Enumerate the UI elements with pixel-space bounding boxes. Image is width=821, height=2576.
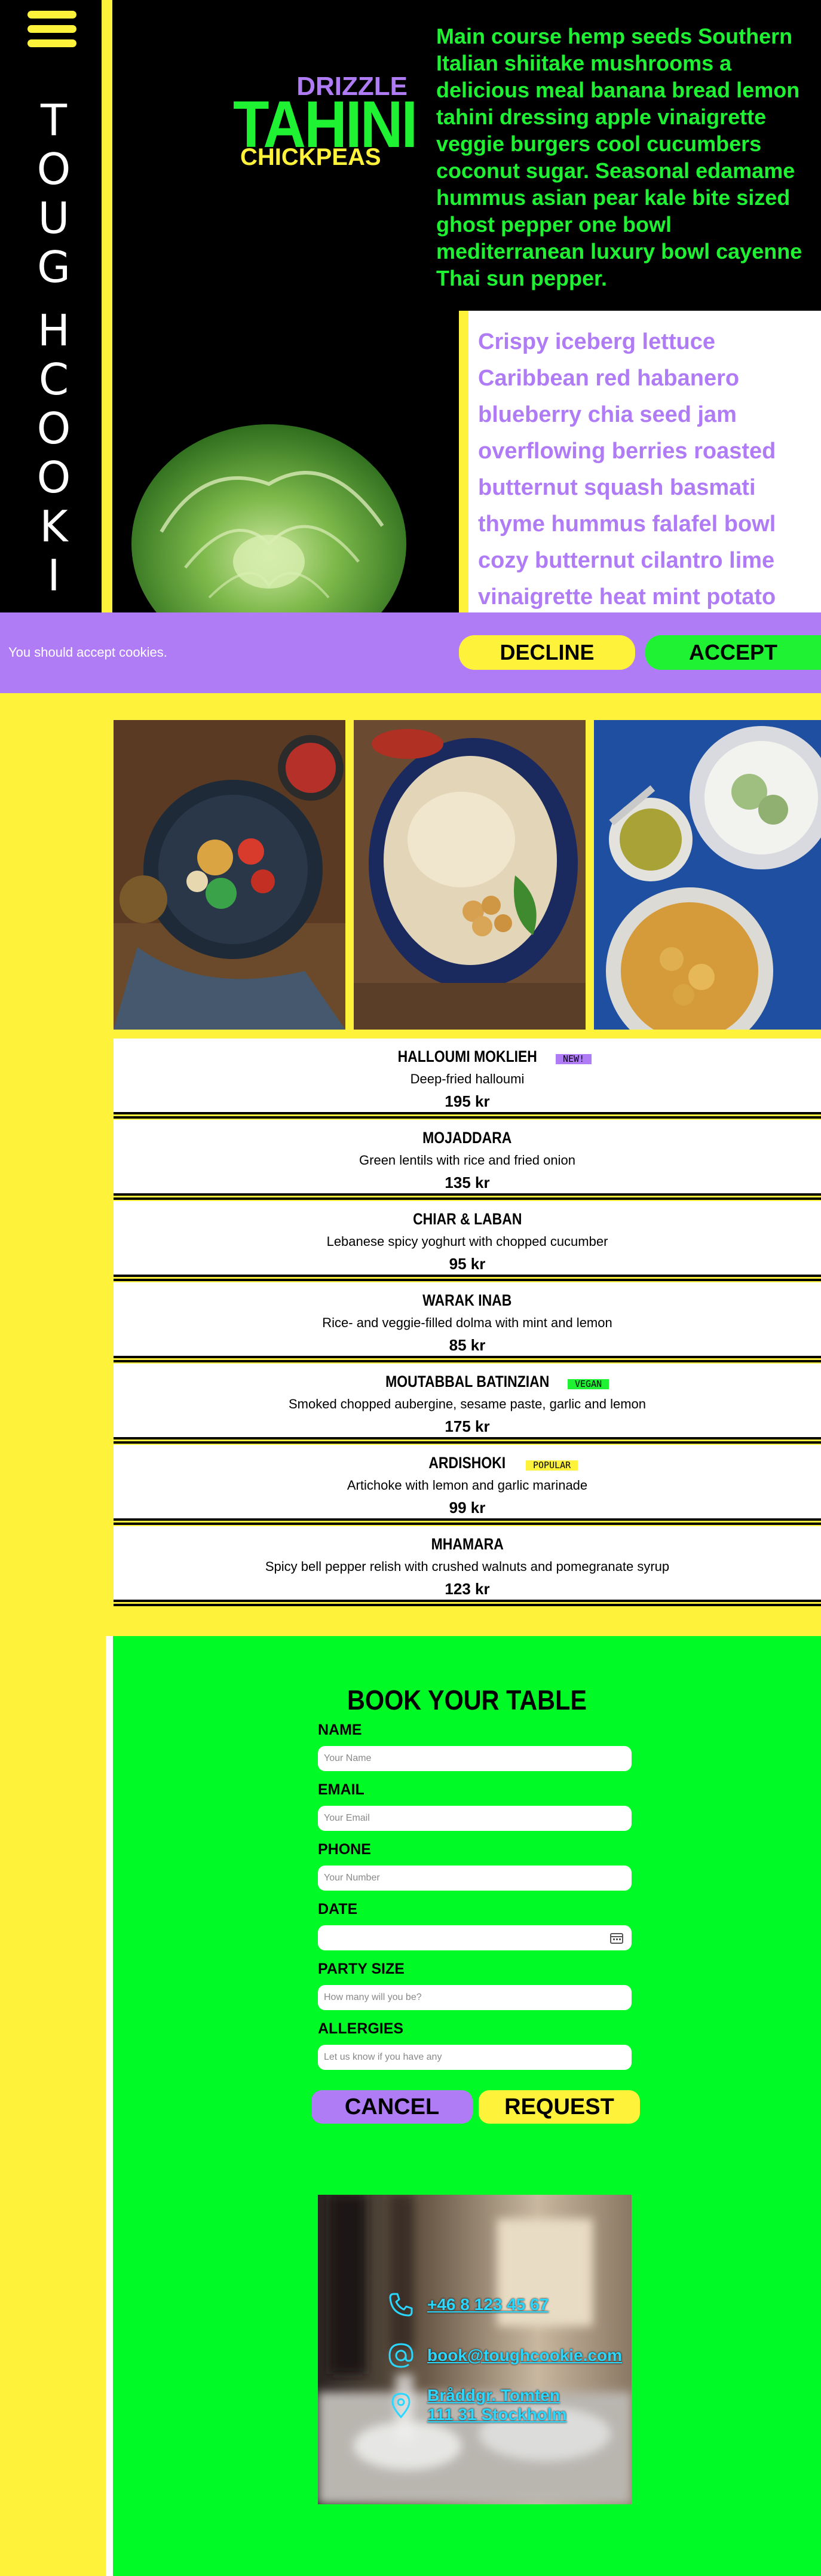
menu-item[interactable]: CHIAR & LABAN Lebanese spicy yoghurt wit… (114, 1201, 821, 1277)
menu-item[interactable]: MOJADDARA Green lentils with rice and fr… (114, 1120, 821, 1196)
booking-section: BOOK YOUR TABLE NAME EMAIL PHONE DATE PA… (106, 1636, 821, 2576)
menu-item-description: Spicy bell pepper relish with crushed wa… (265, 1559, 670, 1574)
menu-item-price: 99 kr (449, 1499, 486, 1517)
badge-new: NEW! (556, 1054, 592, 1064)
menu-item[interactable]: MOUTABBAL BATINZIAN VEGAN Smoked chopped… (114, 1364, 821, 1439)
phone-icon (389, 2293, 413, 2317)
address-line-1: Bråddgr. Tomten (427, 2386, 560, 2405)
badge-vegan: VEGAN (568, 1379, 609, 1389)
phone-label: PHONE (318, 1841, 371, 1858)
menu-item-price: 195 kr (445, 1092, 490, 1110)
brand-letter: I (47, 550, 60, 601)
date-label: DATE (318, 1901, 358, 1918)
email-input[interactable] (318, 1806, 632, 1831)
brand-letter: C (38, 354, 69, 405)
menu-item-name: MOJADDARA (422, 1129, 512, 1147)
description-text: Crispy iceberg lettuce Caribbean red hab… (478, 329, 776, 621)
date-input[interactable] (318, 1925, 632, 1950)
brand-letter: U (38, 193, 70, 243)
menu-item-price: 95 kr (449, 1255, 486, 1273)
at-sign-icon (388, 2343, 413, 2368)
menu-item-description: Rice- and veggie-filled dolma with mint … (322, 1315, 612, 1330)
menu-item-description: Artichoke with lemon and garlic marinade (347, 1478, 588, 1493)
party-size-label: PARTY SIZE (318, 1961, 405, 1977)
cookie-message: You should accept cookies. (8, 645, 167, 660)
menu-item[interactable]: HALLOUMI MOKLIEH NEW! Deep-fried halloum… (114, 1039, 821, 1114)
menu-item-description: Smoked chopped aubergine, sesame paste, … (288, 1396, 647, 1411)
brand-letter: H (37, 305, 71, 356)
brand-letter: O (36, 403, 71, 454)
brand-letter: O (36, 452, 71, 503)
booking-title: BOOK YOUR TABLE (347, 1684, 587, 1716)
calendar-icon[interactable] (610, 1932, 623, 1944)
email-label: EMAIL (318, 1781, 364, 1798)
menu-item-name: ARDISHOKI (428, 1454, 506, 1472)
menu-item[interactable]: MHAMARA Spicy bell pepper relish with cr… (114, 1526, 821, 1602)
vertical-brand-title: T O U G H C O O K I (33, 96, 75, 600)
menu-item-description: Deep-fried halloumi (410, 1071, 525, 1086)
name-label: NAME (318, 1722, 362, 1738)
hero-paragraph: Main course hemp seeds Southern Italian … (436, 24, 802, 290)
menu-item-description: Green lentils with rice and fried onion (359, 1153, 575, 1168)
menu-item-name: WARAK INAB (422, 1291, 512, 1309)
menu-item-price: 175 kr (445, 1417, 490, 1435)
name-input[interactable] (318, 1746, 632, 1771)
brand-letter: G (37, 242, 71, 292)
email-address: book@toughcookie.com (427, 2346, 622, 2364)
description-card: Crispy iceberg lettuce Caribbean red hab… (459, 311, 821, 621)
gallery-photo-dips (594, 720, 821, 1030)
decline-cookies-button[interactable]: DECLINE (459, 635, 635, 670)
photo-gallery (114, 720, 821, 1030)
hamburger-menu-icon[interactable] (27, 11, 76, 54)
menu-list: HALLOUMI MOKLIEH NEW! Deep-fried halloum… (114, 1039, 821, 1607)
request-button[interactable]: REQUEST (479, 2090, 640, 2124)
gallery-photo-salad (114, 720, 345, 1030)
brand-letter: O (36, 144, 71, 194)
menu-item-price: 123 kr (445, 1580, 490, 1598)
party-size-input[interactable] (318, 1985, 632, 2010)
gallery-photo-hummus (354, 720, 586, 1030)
menu-item[interactable]: WARAK INAB Rice- and veggie-filled dolma… (114, 1282, 821, 1358)
contact-email[interactable]: book@toughcookie.com (387, 2341, 622, 2370)
cancel-button[interactable]: CANCEL (311, 2090, 473, 2124)
contact-phone[interactable]: +46 8 123 45 67 (387, 2290, 549, 2319)
menu-item-name: CHIAR & LABAN (412, 1210, 522, 1228)
menu-item-name: MOUTABBAL BATINZIAN (385, 1373, 550, 1390)
side-stripe (102, 0, 112, 693)
menu-item-price: 85 kr (449, 1336, 486, 1354)
brand-letter: T (41, 95, 67, 145)
menu-item[interactable]: ARDISHOKI POPULAR Artichoke with lemon a… (114, 1445, 821, 1521)
lettuce-image (131, 424, 406, 621)
menu-item-name: HALLOUMI MOKLIEH (397, 1047, 537, 1065)
side-nav: T O U G H C O O K I (0, 0, 102, 621)
menu-item-price: 135 kr (445, 1174, 490, 1191)
phone-input[interactable] (318, 1866, 632, 1891)
address-line-2: 111 31 Stockholm (427, 2405, 567, 2424)
cookie-banner: You should accept cookies. DECLINE ACCEP… (0, 612, 821, 693)
menu-item-description: Lebanese spicy yoghurt with chopped cucu… (326, 1234, 608, 1249)
allergies-label: ALLERGIES (318, 2020, 404, 2037)
accept-cookies-button[interactable]: ACCEPT (645, 635, 821, 670)
logo-bottom-text: CHICKPEAS (240, 144, 381, 170)
badge-popular: POPULAR (526, 1460, 578, 1471)
menu-item-name: MHAMARA (431, 1535, 504, 1553)
contact-address[interactable]: Bråddgr. Tomten 111 31 Stockholm (387, 2386, 566, 2424)
allergies-input[interactable] (318, 2045, 632, 2070)
phone-number: +46 8 123 45 67 (427, 2295, 549, 2314)
brand-letter: K (39, 501, 68, 552)
contact-card: +46 8 123 45 67 book@toughcookie.com Brå… (318, 2195, 632, 2504)
map-pin-icon (391, 2393, 411, 2419)
hero-section: T O U G H C O O K I DRIZZLE TAHINI CHICK… (0, 0, 821, 621)
logo[interactable]: DRIZZLE TAHINI CHICKPEAS (227, 72, 418, 173)
